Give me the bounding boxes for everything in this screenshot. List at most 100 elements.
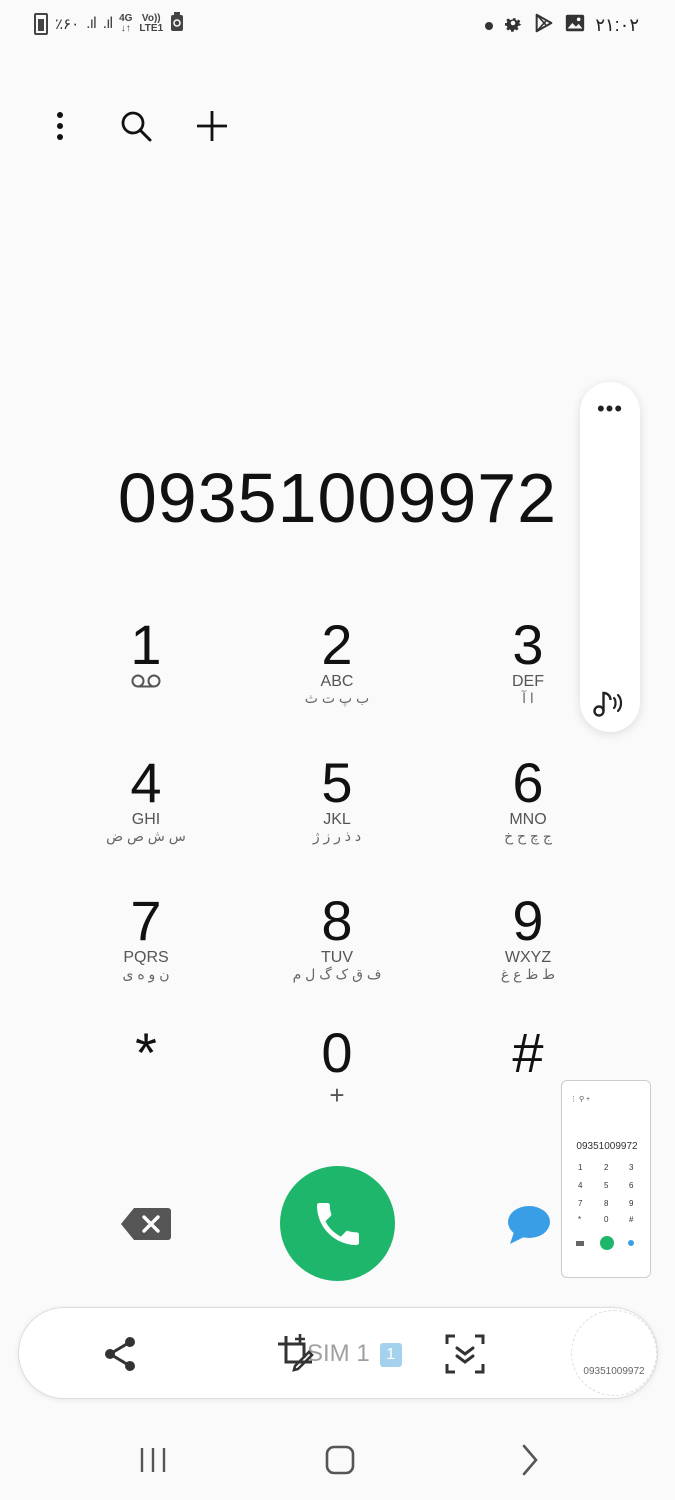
screenshot-thumbnail[interactable]: ⋮ ⚲ + 09351009972 1 2 3 4 5 6 7 8 9 * 0 … <box>561 1080 651 1278</box>
thumbnail-key: * <box>578 1215 582 1224</box>
sound-icon[interactable] <box>592 684 628 720</box>
key-farsi-letters: ب پ ت ث <box>304 690 370 706</box>
recents-icon <box>140 1448 166 1472</box>
backspace-icon <box>121 1208 171 1240</box>
thumbnail-key: 7 <box>578 1199 583 1208</box>
navigation-bar <box>0 1430 675 1490</box>
preview-circle[interactable] <box>571 1310 657 1396</box>
backspace-button[interactable] <box>120 1206 172 1242</box>
battery-percent: ٪۶۰ <box>55 16 80 33</box>
sim-badge: 1 <box>379 1343 402 1367</box>
share-icon <box>105 1337 135 1371</box>
settings-icon <box>502 12 524 39</box>
key-digit: 9 <box>512 889 544 952</box>
key-latin-letters: MNO <box>509 811 547 828</box>
thumbnail-key: 4 <box>578 1181 583 1190</box>
key-plus-label: + <box>329 1080 345 1110</box>
network-4g-icon: 4G ↓↑ <box>119 13 133 34</box>
message-button[interactable] <box>506 1204 552 1248</box>
key-farsi-letters: ف ق ک گ ل م <box>292 966 382 982</box>
key-farsi-letters: د ذ ر ز ژ <box>312 828 362 844</box>
voicemail-icon <box>61 674 231 693</box>
crop-edit-button[interactable] <box>274 1332 318 1376</box>
back-button[interactable] <box>510 1440 550 1480</box>
key-7[interactable]: 7 PQRS ن و ه ی <box>61 892 231 1012</box>
key-0[interactable]: 0 + <box>252 1024 422 1144</box>
battery-icon <box>34 13 48 35</box>
status-bar: ٪۶۰ .ıl .ıl 4G ↓↑ Vo)) LTE1 ۲۱:۰۲ <box>0 0 675 50</box>
key-digit: 0 <box>321 1021 353 1084</box>
signal-icon: .ıl <box>86 15 97 32</box>
key-latin-letters: ABC <box>320 673 354 690</box>
screenshot-toolbar: SIM 11 09351009972 <box>18 1307 658 1399</box>
key-5[interactable]: 5 JKL د ذ ر ز ژ <box>252 754 422 874</box>
key-8[interactable]: 8 TUV ف ق ک گ ل م <box>252 892 422 1012</box>
thumbnail-key: 8 <box>604 1199 609 1208</box>
key-digit: 7 <box>130 889 162 952</box>
key-star[interactable]: * <box>61 1024 231 1144</box>
key-latin-letters: GHI <box>131 811 161 828</box>
key-9[interactable]: 9 WXYZ ط ظ ع غ <box>443 892 613 1012</box>
thumbnail-message-icon <box>628 1240 634 1246</box>
search-button[interactable] <box>116 102 156 150</box>
status-left: ٪۶۰ .ıl .ıl 4G ↓↑ Vo)) LTE1 <box>34 12 184 36</box>
scroll-capture-icon <box>445 1334 485 1374</box>
home-icon <box>325 1445 355 1475</box>
key-digit: 5 <box>321 751 353 814</box>
key-digit: 2 <box>321 613 353 676</box>
home-button[interactable] <box>320 1440 360 1480</box>
key-6[interactable]: 6 MNO ج چ ح خ <box>443 754 613 874</box>
key-digit: 1 <box>130 613 162 676</box>
signal-icon-2: .ıl <box>102 15 114 32</box>
volte-icon: Vo)) LTE1 <box>139 13 164 34</box>
thumbnail-toolbar: ⋮ ⚲ + <box>570 1096 591 1103</box>
key-farsi-letters: ن و ه ی <box>122 966 170 982</box>
key-digit: 6 <box>512 751 544 814</box>
key-latin-letters: TUV <box>321 949 353 966</box>
recycle-icon <box>170 12 184 36</box>
back-icon <box>522 1444 538 1476</box>
more-options-button[interactable] <box>40 102 80 150</box>
recents-button[interactable] <box>134 1440 174 1480</box>
key-1[interactable]: 1 <box>61 616 231 736</box>
notification-dot-icon <box>485 21 494 30</box>
thumbnail-key: 6 <box>629 1181 634 1190</box>
phone-icon <box>316 1202 359 1245</box>
key-4[interactable]: 4 GHI س ش ص ض <box>61 754 231 874</box>
search-icon <box>121 111 152 142</box>
call-button[interactable] <box>280 1166 395 1281</box>
dialed-number[interactable]: 09351009972 <box>40 458 635 538</box>
more-vert-icon <box>57 112 63 140</box>
key-farsi-letters: ط ظ ع غ <box>500 966 556 982</box>
play-store-icon <box>533 12 555 39</box>
crop-edit-icon <box>278 1334 314 1372</box>
key-2[interactable]: 2 ABC ب پ ت ث <box>252 616 422 736</box>
side-panel-more-button[interactable]: ••• <box>580 398 640 420</box>
preview-number: 09351009972 <box>583 1366 645 1377</box>
thumbnail-status <box>562 1087 650 1093</box>
key-digit: * <box>135 1021 157 1084</box>
key-farsi-letters: س ش ص ض <box>106 828 186 844</box>
key-digit: 4 <box>130 751 162 814</box>
clock-time: ۲۱:۰۲ <box>595 15 639 35</box>
add-icon <box>197 111 227 141</box>
add-contact-button[interactable] <box>192 102 232 150</box>
thumbnail-key: 3 <box>629 1163 634 1172</box>
scroll-capture-button[interactable] <box>443 1332 487 1376</box>
key-latin-letters: JKL <box>323 811 351 828</box>
sim-selector[interactable]: SIM 11 <box>307 1340 402 1368</box>
key-latin-letters: WXYZ <box>504 949 552 966</box>
key-latin-letters: PQRS <box>123 949 169 966</box>
key-farsi-letters: ج چ ح خ <box>504 828 552 844</box>
share-button[interactable] <box>101 1334 141 1374</box>
key-digit: 8 <box>321 889 353 952</box>
side-panel: ••• <box>580 382 640 732</box>
thumbnail-number: 09351009972 <box>576 1141 638 1152</box>
thumbnail-key: 9 <box>629 1199 634 1208</box>
message-icon <box>508 1206 550 1244</box>
gallery-icon <box>564 12 586 39</box>
thumbnail-key: 1 <box>578 1163 583 1172</box>
thumbnail-backspace-icon <box>576 1241 584 1246</box>
thumbnail-key: 5 <box>604 1181 609 1190</box>
key-digit: # <box>512 1021 544 1084</box>
